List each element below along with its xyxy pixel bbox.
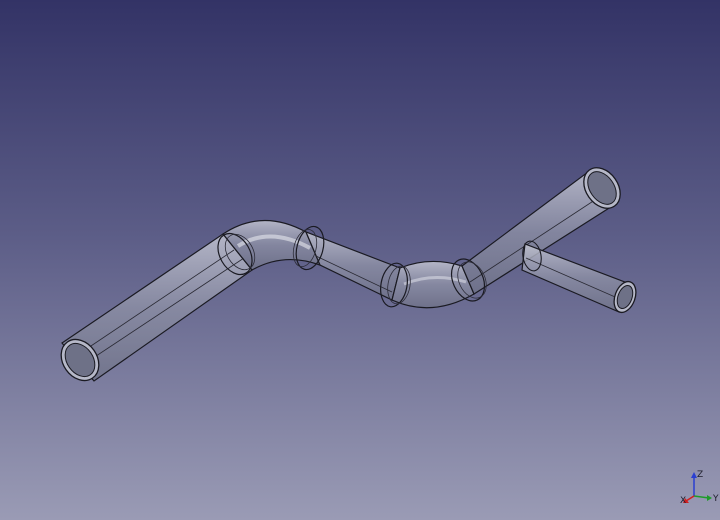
3d-viewport[interactable]: Z Y X	[0, 0, 720, 520]
pipe-segment-middle[interactable]	[304, 230, 401, 301]
y-axis-label: Y	[712, 494, 719, 504]
z-axis-label: Z	[697, 470, 703, 480]
pipe-assembly-model[interactable]	[0, 0, 720, 520]
x-axis-label: X	[680, 496, 686, 506]
y-axis-arrow	[707, 495, 712, 501]
x-axis-line	[685, 495, 695, 502]
axis-triad: Z Y X	[680, 470, 719, 506]
y-axis-line	[693, 495, 710, 499]
